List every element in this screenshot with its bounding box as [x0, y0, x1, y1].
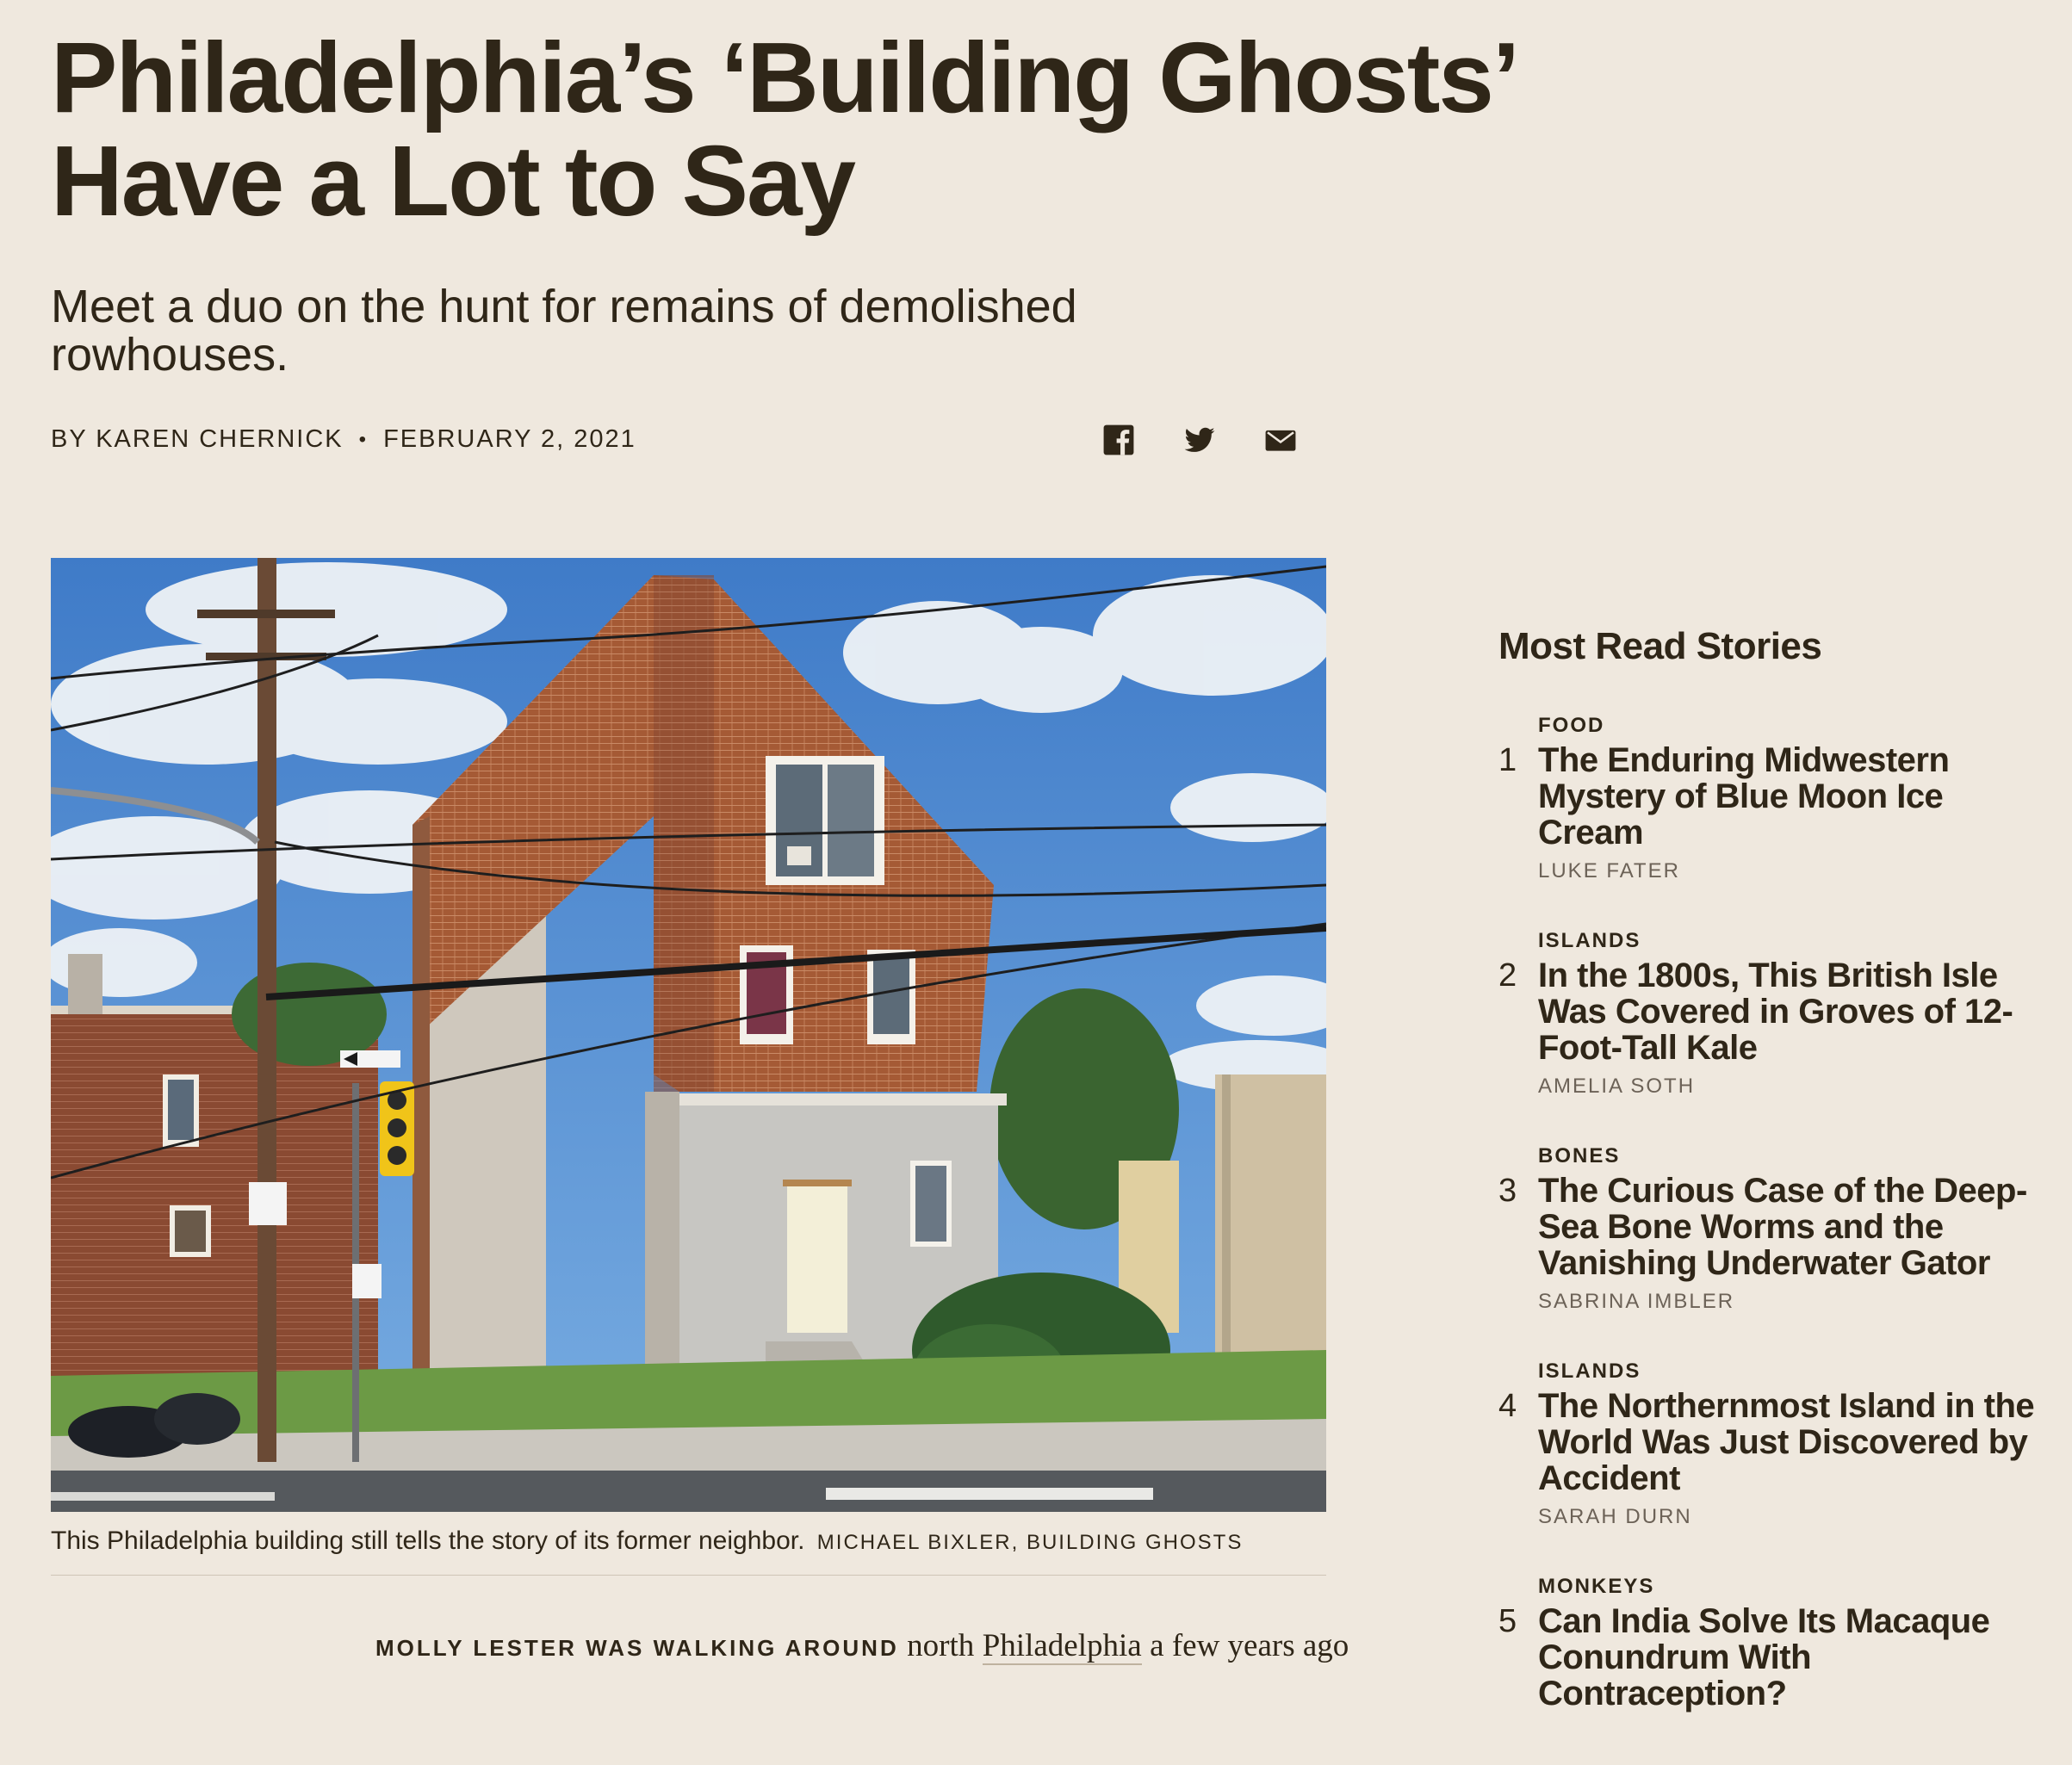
story-category[interactable]: MONKEYS [1538, 1574, 2050, 1600]
story-author: AMELIA SOTH [1538, 1074, 1696, 1098]
philadelphia-link[interactable]: Philadelphia [982, 1628, 1142, 1665]
share-bar [1102, 424, 1297, 456]
article-lede: MOLLY LESTER WAS WALKING AROUND north Ph… [375, 1627, 1349, 1665]
story-rank: 4 [1498, 1388, 1517, 1424]
story-category[interactable]: ISLANDS [1538, 1359, 2050, 1384]
twitter-icon[interactable] [1183, 424, 1216, 456]
story-category[interactable]: BONES [1538, 1143, 2050, 1169]
story-rank: 3 [1498, 1173, 1517, 1209]
byline-separator: • [358, 427, 369, 451]
article-dek: Meet a duo on the hunt for remains of de… [51, 281, 1077, 381]
story-title-link[interactable]: The Enduring Midwestern Mystery of Blue … [1538, 742, 2050, 851]
author-link[interactable]: BY KAREN CHERNICK [51, 425, 344, 454]
byline: BY KAREN CHERNICK • FEBRUARY 2, 2021 [51, 425, 636, 454]
story-title-link[interactable]: The Curious Case of the Deep-Sea Bone Wo… [1538, 1173, 2050, 1281]
story-rank: 2 [1498, 957, 1517, 994]
story-title-link[interactable]: The Northernmost Island in the World Was… [1538, 1388, 2050, 1496]
most-read-item[interactable]: 5 MONKEYS Can India Solve Its Macaque Co… [1498, 1574, 2050, 1720]
most-read-item[interactable]: 2 ISLANDS In the 1800s, This British Isl… [1498, 928, 2050, 1099]
story-title-link[interactable]: In the 1800s, This British Isle Was Cove… [1538, 957, 2050, 1066]
story-category[interactable]: ISLANDS [1538, 928, 2050, 954]
most-read-item[interactable]: 1 FOOD The Enduring Midwestern Mystery o… [1498, 713, 2050, 883]
most-read-heading: Most Read Stories [1498, 625, 1822, 667]
story-author: LUKE FATER [1538, 859, 1680, 882]
building-photo [51, 558, 1326, 1512]
most-read-sidebar: Most Read Stories 1 FOOD The Enduring Mi… [1498, 625, 2050, 1765]
caption-text: This Philadelphia building still tells t… [51, 1527, 805, 1555]
story-rank: 1 [1498, 742, 1517, 778]
story-author: SARAH DURN [1538, 1505, 1692, 1528]
story-title-link[interactable]: Can India Solve Its Macaque Conundrum Wi… [1538, 1603, 2050, 1712]
lede-text-2: a few years ago [1150, 1628, 1349, 1663]
story-author: SABRINA IMBLER [1538, 1290, 1735, 1313]
article-headline: Philadelphia’s ‘Building Ghosts’ Have a … [51, 22, 1515, 237]
facebook-icon[interactable] [1102, 424, 1135, 456]
publish-date: FEBRUARY 2, 2021 [383, 425, 636, 453]
lede-caps: MOLLY LESTER WAS WALKING AROUND [375, 1635, 899, 1661]
most-read-item[interactable]: 3 BONES The Curious Case of the Deep-Sea… [1498, 1143, 2050, 1314]
image-caption: This Philadelphia building still tells t… [51, 1527, 1326, 1576]
most-read-item[interactable]: 4 ISLANDS The Northernmost Island in the… [1498, 1359, 2050, 1529]
article-hero-image [51, 558, 1326, 1512]
caption-credit: MICHAEL BIXLER, BUILDING GHOSTS [816, 1531, 1244, 1554]
story-rank: 5 [1498, 1603, 1517, 1639]
story-category[interactable]: FOOD [1538, 713, 2050, 739]
email-icon[interactable] [1264, 424, 1297, 456]
lede-text-1: north [907, 1628, 975, 1663]
